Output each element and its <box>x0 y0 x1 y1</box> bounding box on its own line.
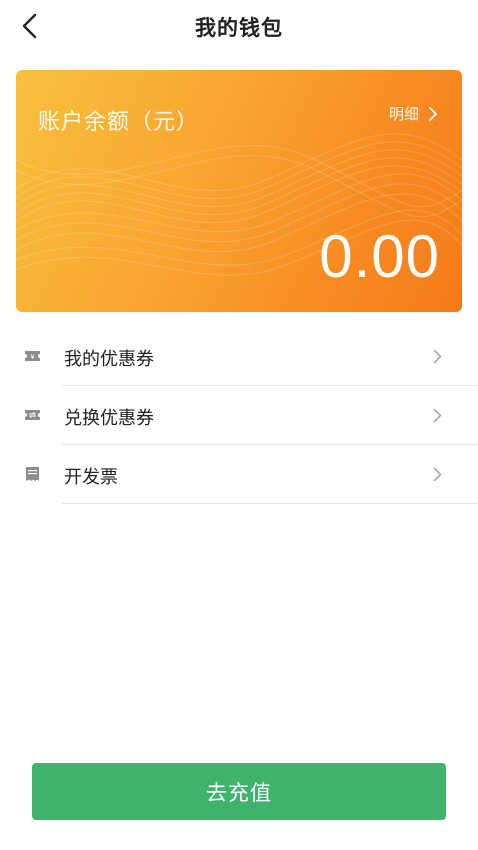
wallet-menu-list: ¥ 我的优惠券 兑换优惠券 开发票 <box>0 327 478 504</box>
chevron-right-icon <box>433 408 442 423</box>
menu-item-label: 我的优惠券 <box>64 349 154 370</box>
balance-amount: 0.00 <box>319 223 440 290</box>
chevron-right-icon <box>433 349 442 364</box>
menu-item-invoice[interactable]: 开发票 <box>0 445 478 504</box>
page-title: 我的钱包 <box>195 16 283 40</box>
ticket-icon: ¥ <box>25 351 40 361</box>
menu-item-my-coupons[interactable]: ¥ 我的优惠券 <box>0 327 478 386</box>
chevron-right-icon <box>433 467 442 482</box>
detail-link[interactable]: 明细 <box>389 103 438 124</box>
recharge-button[interactable]: 去充值 <box>32 763 446 820</box>
menu-item-label: 开发票 <box>64 467 118 488</box>
exchange-ticket-icon <box>25 410 40 420</box>
header-bar: 我的钱包 <box>0 0 478 52</box>
wallet-page: 我的钱包 账户余额（元） 明细 0.00 ¥ 我的优惠券 兑换优惠券 开发票 去… <box>0 0 478 850</box>
balance-card: 账户余额（元） 明细 0.00 <box>16 70 462 312</box>
chevron-right-icon <box>429 106 437 121</box>
menu-item-label: 兑换优惠券 <box>64 408 154 429</box>
divider <box>62 503 478 504</box>
invoice-icon <box>26 467 39 481</box>
menu-item-exchange-coupons[interactable]: 兑换优惠券 <box>0 386 478 445</box>
svg-text:¥: ¥ <box>30 353 35 361</box>
detail-label: 明细 <box>388 105 419 123</box>
balance-label: 账户余额（元） <box>38 110 200 135</box>
